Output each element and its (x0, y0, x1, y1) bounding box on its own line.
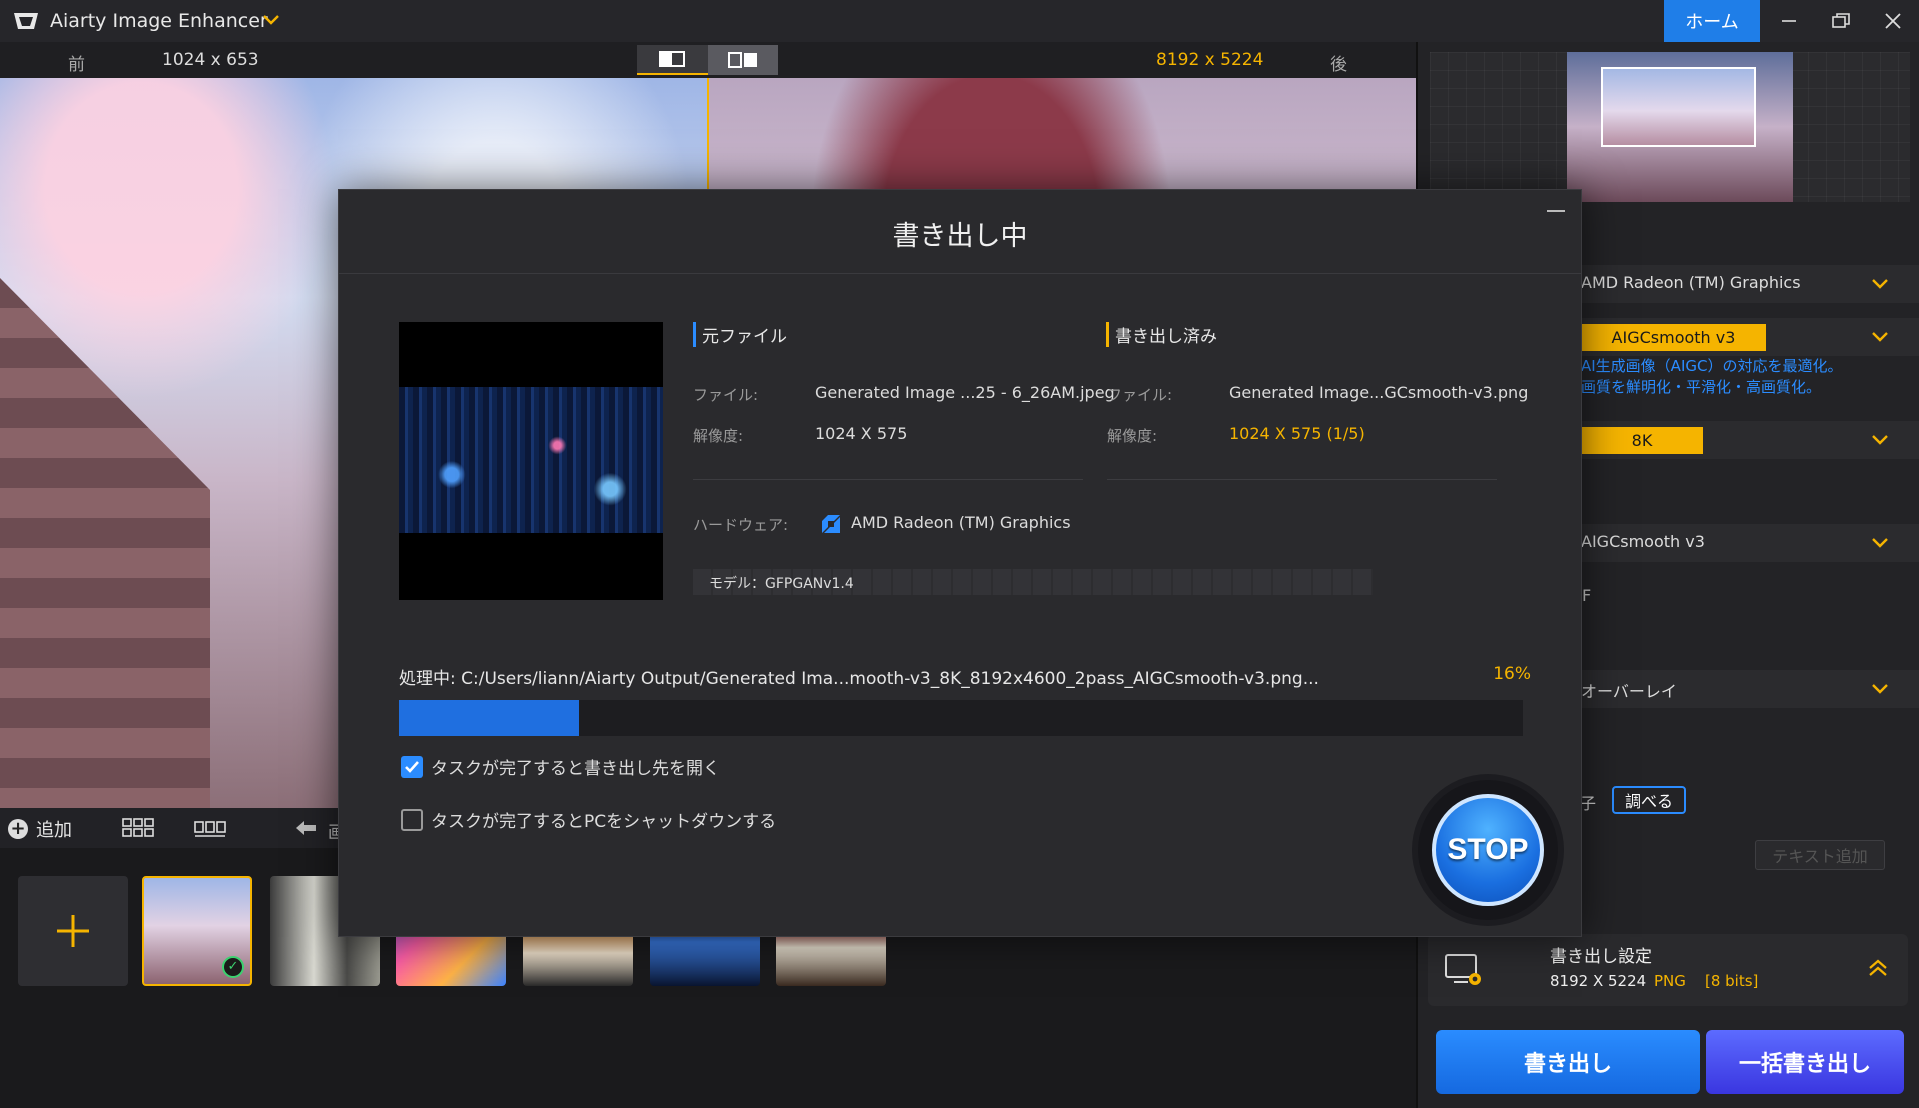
gpu-value: AMD Radeon (TM) Graphics (1581, 273, 1801, 292)
stop-button[interactable]: STOP (1432, 794, 1544, 906)
chevron-down-icon (1872, 279, 1888, 289)
model-value: AIGCsmooth v3 (1581, 324, 1766, 351)
current-image-preview (399, 322, 663, 600)
panel-label-char: 子 (1580, 794, 1597, 813)
progress-percent: 16% (1493, 664, 1531, 684)
source-file-header: 元ファイル (693, 322, 787, 347)
before-resolution: 1024 x 653 (162, 50, 259, 70)
divider (693, 479, 1083, 480)
processing-path: 処理中: C:/Users/liann/Aiarty Output/Genera… (399, 669, 1319, 689)
current-image (399, 387, 663, 533)
chevron-double-up-icon[interactable] (1866, 956, 1890, 980)
export-progress-dialog: 書き出し中 元ファイル 書き出し済み ファイル: Generated Image… (338, 189, 1582, 937)
export-settings-title: 書き出し設定 (1550, 947, 1652, 967)
side-by-side-button[interactable] (707, 45, 778, 75)
dialog-header: 書き出し中 (339, 190, 1581, 274)
source-file-name: Generated Image ...25 - 6_26AM.jpeg (815, 383, 1115, 402)
progress-fill (399, 700, 579, 736)
chevron-down-icon (1872, 435, 1888, 445)
before-label: 前 (68, 55, 85, 75)
overlay-value: オーバーレイ (1581, 682, 1677, 701)
progress-bar (399, 700, 1523, 736)
batch-export-button[interactable]: 一括書き出し (1706, 1030, 1904, 1094)
output-file-name: Generated Image...GCsmooth-v3.png (1229, 383, 1529, 402)
lookup-button[interactable]: 調べる (1612, 786, 1686, 814)
scale-value: 8K (1581, 427, 1703, 454)
chevron-down-icon[interactable] (262, 13, 280, 27)
chevron-down-icon (1872, 684, 1888, 694)
chevron-down-icon (1872, 538, 1888, 548)
output-file-key: ファイル: (1107, 386, 1173, 404)
model-description-2: 画質を鮮明化・平滑化・高画質化。 (1581, 378, 1822, 396)
compare-mode-toggle[interactable] (637, 45, 778, 75)
export-button[interactable]: 書き出し (1436, 1030, 1700, 1094)
shutdown-option[interactable]: タスクが完了するとPCをシャットダウンする (401, 807, 776, 832)
export-format: PNG (1654, 972, 1686, 990)
restore-icon[interactable] (1828, 9, 1854, 33)
checkbox-unchecked-icon[interactable] (401, 808, 423, 831)
hardware-key: ハードウェア: (693, 516, 789, 534)
minimize-icon[interactable] (1776, 9, 1802, 33)
output-file-header: 書き出し済み (1106, 322, 1217, 347)
panel-label-f: F (1582, 586, 1592, 605)
side-by-side-icon (727, 52, 757, 68)
plus-icon (57, 915, 89, 947)
dialog-title: 書き出し中 (892, 221, 1028, 252)
arrow-left-icon[interactable] (294, 818, 318, 838)
add-text-button[interactable]: テキスト追加 (1755, 840, 1885, 870)
export-settings[interactable]: 書き出し設定 8192 X 5224 PNG [8 bits] (1428, 934, 1908, 1006)
export-resolution: 8192 X 5224 (1550, 972, 1647, 990)
amd-logo-icon (822, 515, 840, 533)
split-view-icon (659, 51, 686, 67)
check-icon: ✓ (222, 956, 244, 978)
navigator-minimap[interactable] (1430, 52, 1910, 202)
source-res-key: 解像度: (693, 427, 744, 445)
title-bar: Aiarty Image Enhancer ホーム (0, 0, 1919, 42)
after-resolution: 8192 x 5224 (1156, 50, 1264, 70)
output-res-key: 解像度: (1107, 427, 1158, 445)
compare-bar: 前 1024 x 653 8192 x 5224 後 (0, 42, 1416, 78)
shutdown-label: タスクが完了するとPCをシャットダウンする (431, 812, 777, 832)
open-folder-label: タスクが完了すると書き出し先を開く (431, 759, 720, 779)
hardware-value: AMD Radeon (TM) Graphics (851, 513, 1071, 532)
add-image-button[interactable]: + 追加 (8, 816, 72, 842)
model-label: モデル：GFPGANv1.4 (709, 576, 854, 592)
plus-circle-icon: + (8, 819, 28, 839)
minimize-dialog-icon[interactable] (1547, 210, 1565, 212)
app-title: Aiarty Image Enhancer (50, 10, 268, 32)
home-button[interactable]: ホーム (1664, 0, 1760, 42)
add-label: 追加 (36, 820, 72, 841)
divider (1107, 479, 1497, 480)
model-description-1: AI生成画像（AIGC）の対応を最適化。 (1581, 357, 1843, 375)
after-label: 後 (1330, 55, 1347, 75)
model-progress-bar: モデル：GFPGANv1.4 (693, 569, 1373, 595)
grid-view-icon[interactable] (122, 818, 154, 838)
chevron-down-icon (1872, 332, 1888, 342)
export-bit-depth: [8 bits] (1705, 972, 1759, 990)
second-model-value: AIGCsmooth v3 (1581, 532, 1705, 551)
source-resolution: 1024 X 575 (815, 424, 908, 443)
app-logo-icon (14, 13, 38, 29)
minimap-viewport[interactable] (1601, 67, 1756, 147)
output-resolution: 1024 X 575 (1/5) (1229, 424, 1365, 443)
add-thumbnail-button[interactable] (18, 876, 128, 986)
open-folder-option[interactable]: タスクが完了すると書き出し先を開く (401, 754, 720, 779)
close-icon[interactable] (1880, 9, 1906, 33)
stop-button-frame: STOP (1418, 780, 1558, 920)
split-view-button[interactable] (637, 45, 708, 75)
thumbnail-item[interactable]: ✓ (142, 876, 252, 986)
export-settings-icon (1445, 954, 1481, 985)
source-file-key: ファイル: (693, 386, 759, 404)
checkbox-checked-icon[interactable] (401, 755, 423, 778)
strip-view-icon[interactable] (194, 818, 226, 838)
